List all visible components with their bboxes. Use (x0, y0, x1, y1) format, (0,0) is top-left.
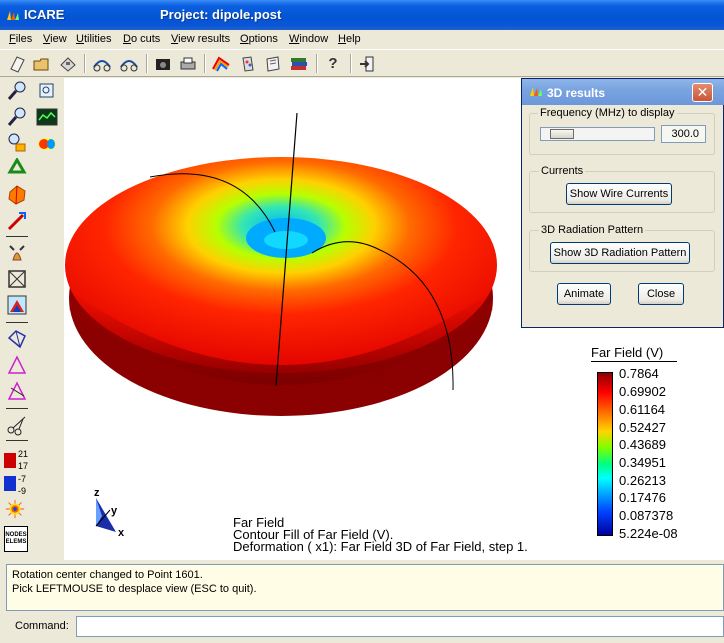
exit-door-icon[interactable] (356, 53, 378, 74)
message-log[interactable]: Rotation center changed to Point 1601. P… (6, 564, 724, 611)
show-wire-currents-button[interactable]: Show Wire Currents (566, 183, 672, 205)
menu-do-cuts[interactable]: Do cuts (123, 33, 160, 45)
colorbar-title-underline (591, 361, 677, 362)
rotate-view-right-icon[interactable] (118, 53, 140, 74)
deformation-description-text: Deformation ( x1): Far Field 3D of Far F… (233, 539, 528, 554)
colorbar-label: 0.17476 (619, 490, 666, 505)
zoom-window-icon[interactable] (36, 80, 58, 102)
project-title: Project: dipole.post (160, 7, 282, 22)
frequency-value-field[interactable]: 300.0 (661, 125, 706, 143)
toolbar-separator (146, 54, 148, 73)
help-question-icon[interactable]: ? (322, 53, 344, 74)
range-chip-blue[interactable] (4, 476, 16, 491)
menu-utilities[interactable]: Utilities (76, 33, 111, 45)
color-drop-icon[interactable] (36, 132, 58, 154)
mesh-blue-icon[interactable] (6, 328, 28, 350)
torus-center-core (264, 231, 308, 249)
recycle-icon[interactable] (6, 158, 28, 180)
colorbar-label: 5.224e-08 (619, 526, 678, 541)
dialog-title: 3D results (547, 86, 606, 100)
save-disk-icon[interactable] (57, 53, 79, 74)
app-name: ICARE (24, 7, 65, 22)
range-top-label: -7 (18, 474, 27, 484)
menu-files[interactable]: Files (9, 33, 32, 45)
toolbar-separator (350, 54, 352, 73)
show-3d-radiation-pattern-button[interactable]: Show 3D Radiation Pattern (550, 242, 690, 264)
currents-group-label: Currents (539, 165, 586, 177)
mesh-cut-icon[interactable] (6, 380, 28, 402)
main-toolbar: ? (0, 49, 724, 77)
left-toolbar-separator (6, 408, 28, 410)
frequency-slider-thumb[interactable] (549, 129, 574, 139)
zoom-in-icon[interactable] (6, 80, 28, 102)
range-chip-red[interactable] (4, 453, 16, 468)
menu-view[interactable]: View (43, 33, 67, 45)
colorbar-label: 0.69902 (619, 384, 666, 399)
colorbar-label: 0.34951 (619, 455, 666, 470)
color-burst-icon[interactable] (4, 498, 26, 520)
rainbow-results-icon[interactable] (210, 53, 232, 74)
zoom-fit-icon[interactable] (6, 132, 28, 154)
menu-view-results[interactable]: View results (171, 33, 230, 45)
dialog-title-bar[interactable]: 3D results ✕ (522, 79, 724, 105)
frequency-group-label: Frequency (MHz) to display (538, 107, 677, 119)
close-icon[interactable]: ✕ (692, 83, 713, 102)
range-bottom-label: -9 (18, 486, 27, 496)
left-toolbar-separator (6, 236, 28, 238)
menu-help[interactable]: Help (338, 33, 361, 45)
box-frame-icon[interactable] (6, 268, 28, 290)
range-bottom-label: 17 (18, 461, 29, 471)
bell-antenna-icon[interactable] (6, 242, 28, 264)
left-toolbar-separator (6, 322, 28, 324)
menu-bar: Files View Utilities Do cuts View result… (0, 30, 724, 49)
colorbar-scale (597, 372, 613, 536)
icare-window: ICARE Project: dipole.post Files View Ut… (0, 0, 724, 643)
command-input[interactable] (76, 616, 724, 637)
radiation-group-label: 3D Radiation Pattern (539, 224, 646, 236)
stacked-books-icon[interactable] (288, 53, 310, 74)
toolbar-separator (316, 54, 318, 73)
colorbar-label: 0.61164 (619, 402, 666, 417)
icare-logo-icon (7, 11, 19, 20)
colorbar-label: 0.7864 (619, 366, 659, 381)
solid-shape-icon[interactable] (6, 184, 28, 206)
message-line: Pick LEFTMOUSE to desplace view (ESC to … (12, 583, 257, 595)
print-icon[interactable] (177, 53, 199, 74)
graph-icon[interactable] (36, 106, 58, 128)
rotate-view-left-icon[interactable] (91, 53, 113, 74)
colorbar-label: 0.52427 (619, 420, 666, 435)
icare-logo-icon (530, 87, 542, 96)
pick-arrow-icon[interactable] (6, 210, 28, 232)
mesh-magenta-icon[interactable] (6, 354, 28, 376)
palette-icon[interactable] (237, 53, 259, 74)
toolbar-separator (84, 54, 86, 73)
zoom-out-icon[interactable] (6, 106, 28, 128)
frequency-slider[interactable] (540, 127, 655, 141)
axis-label-x: x (118, 527, 125, 539)
message-line: Rotation center changed to Point 1601. (12, 569, 203, 581)
scissors-icon[interactable] (6, 414, 28, 436)
menu-options[interactable]: Options (240, 33, 278, 45)
surface-plot-icon[interactable] (6, 294, 28, 316)
menu-window[interactable]: Window (289, 33, 328, 45)
animate-button[interactable]: Animate (557, 283, 611, 305)
book-icon[interactable] (262, 53, 284, 74)
axis-label-y: y (111, 505, 118, 517)
colorbar-label: 0.43689 (619, 437, 666, 452)
close-button[interactable]: Close (638, 283, 684, 305)
open-folder-icon[interactable] (31, 53, 53, 74)
title-bar: ICARE Project: dipole.post (0, 0, 724, 30)
axis-label-z: z (94, 487, 100, 499)
left-toolbar: 21 17 -7 -9 NODES ELEMS (0, 78, 64, 560)
command-label: Command: (15, 620, 69, 632)
left-toolbar-separator (6, 440, 28, 442)
nodes-elems-toggle[interactable]: NODES ELEMS (4, 526, 28, 552)
toolbar-separator (204, 54, 206, 73)
colorbar-title: Far Field (V) (591, 345, 664, 360)
new-file-icon[interactable] (6, 53, 28, 74)
camera-icon[interactable] (152, 53, 174, 74)
range-top-label: 21 (18, 449, 29, 459)
colorbar-label: 0.26213 (619, 473, 666, 488)
colorbar-label: 0.087378 (619, 508, 674, 523)
